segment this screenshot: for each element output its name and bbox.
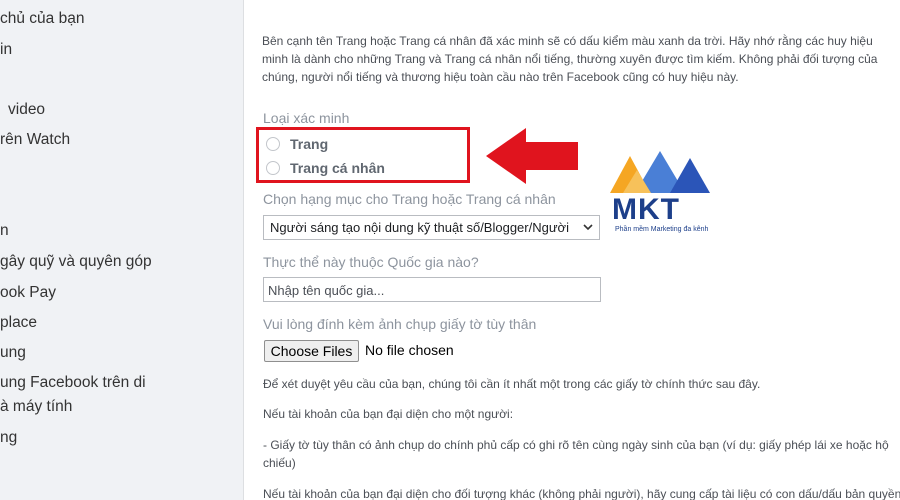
country-input-placeholder: Nhập tên quốc gia...	[268, 283, 385, 298]
verification-type-label: Loại xác minh	[263, 110, 350, 126]
category-select-value: Người sáng tạo nội dung kỹ thuật số/Blog…	[270, 220, 569, 235]
intro-prefix: Bên cạnh tên	[262, 34, 336, 48]
country-input[interactable]: Nhập tên quốc gia...	[263, 277, 601, 302]
file-status-text: No file chosen	[365, 342, 454, 358]
sidebar-item[interactable]: in	[0, 40, 12, 60]
choose-files-button[interactable]: Choose Files	[264, 340, 359, 362]
doc-requirement-text: Để xét duyệt yêu cầu của bạn, chúng tôi …	[263, 377, 761, 391]
left-sidebar: chủ của bạn in video rên Watch n gây quỹ…	[0, 0, 244, 500]
attach-label: Vui lòng đính kèm ảnh chụp giấy tờ tùy t…	[263, 316, 537, 332]
person-account-text: Nếu tài khoản của bạn đại diện cho một n…	[263, 407, 514, 421]
chevron-down-icon	[583, 224, 593, 231]
category-select[interactable]: Người sáng tạo nội dung kỹ thuật số/Blog…	[263, 215, 600, 240]
other-account-text: Nếu tài khoản của bạn đại diện cho đối t…	[263, 487, 900, 500]
sidebar-item[interactable]: n	[0, 221, 9, 241]
verification-form: Bên cạnh tên Trang hoặc Trang cá nhân đã…	[245, 0, 900, 500]
sidebar-item[interactable]: chủ của bạn	[0, 9, 84, 29]
sidebar-item[interactable]: video	[8, 100, 45, 120]
sidebar-item[interactable]: ung	[0, 343, 26, 363]
highlight-box	[256, 127, 470, 183]
sidebar-item[interactable]: ng	[0, 428, 17, 448]
sidebar-item[interactable]: ook Pay	[0, 283, 56, 303]
sidebar-item[interactable]: gây quỹ và quyên góp	[0, 252, 152, 272]
sidebar-item[interactable]: rên Watch	[0, 130, 70, 150]
intro-highlight: Trang	[335, 34, 367, 48]
screen: chủ của bạn in video rên Watch n gây quỹ…	[0, 0, 900, 500]
sidebar-item[interactable]: place	[0, 313, 37, 333]
country-label: Thực thể này thuộc Quốc gia nào?	[263, 254, 479, 270]
sidebar-item[interactable]: ung Facebook trên di	[0, 373, 146, 393]
left-arrow-icon	[486, 128, 578, 184]
logo-tagline: Phần mềm Marketing đa kênh	[615, 226, 709, 233]
logo-text: MKT	[612, 193, 680, 226]
category-label: Chọn hạng mục cho Trang hoặc Trang cá nh…	[263, 191, 556, 207]
intro-text: Bên cạnh tên Trang hoặc Trang cá nhân đã…	[262, 32, 900, 86]
id-document-text: - Giấy tờ tùy thân có ảnh chụp do chính …	[263, 438, 889, 470]
sidebar-item[interactable]: à máy tính	[0, 397, 72, 417]
